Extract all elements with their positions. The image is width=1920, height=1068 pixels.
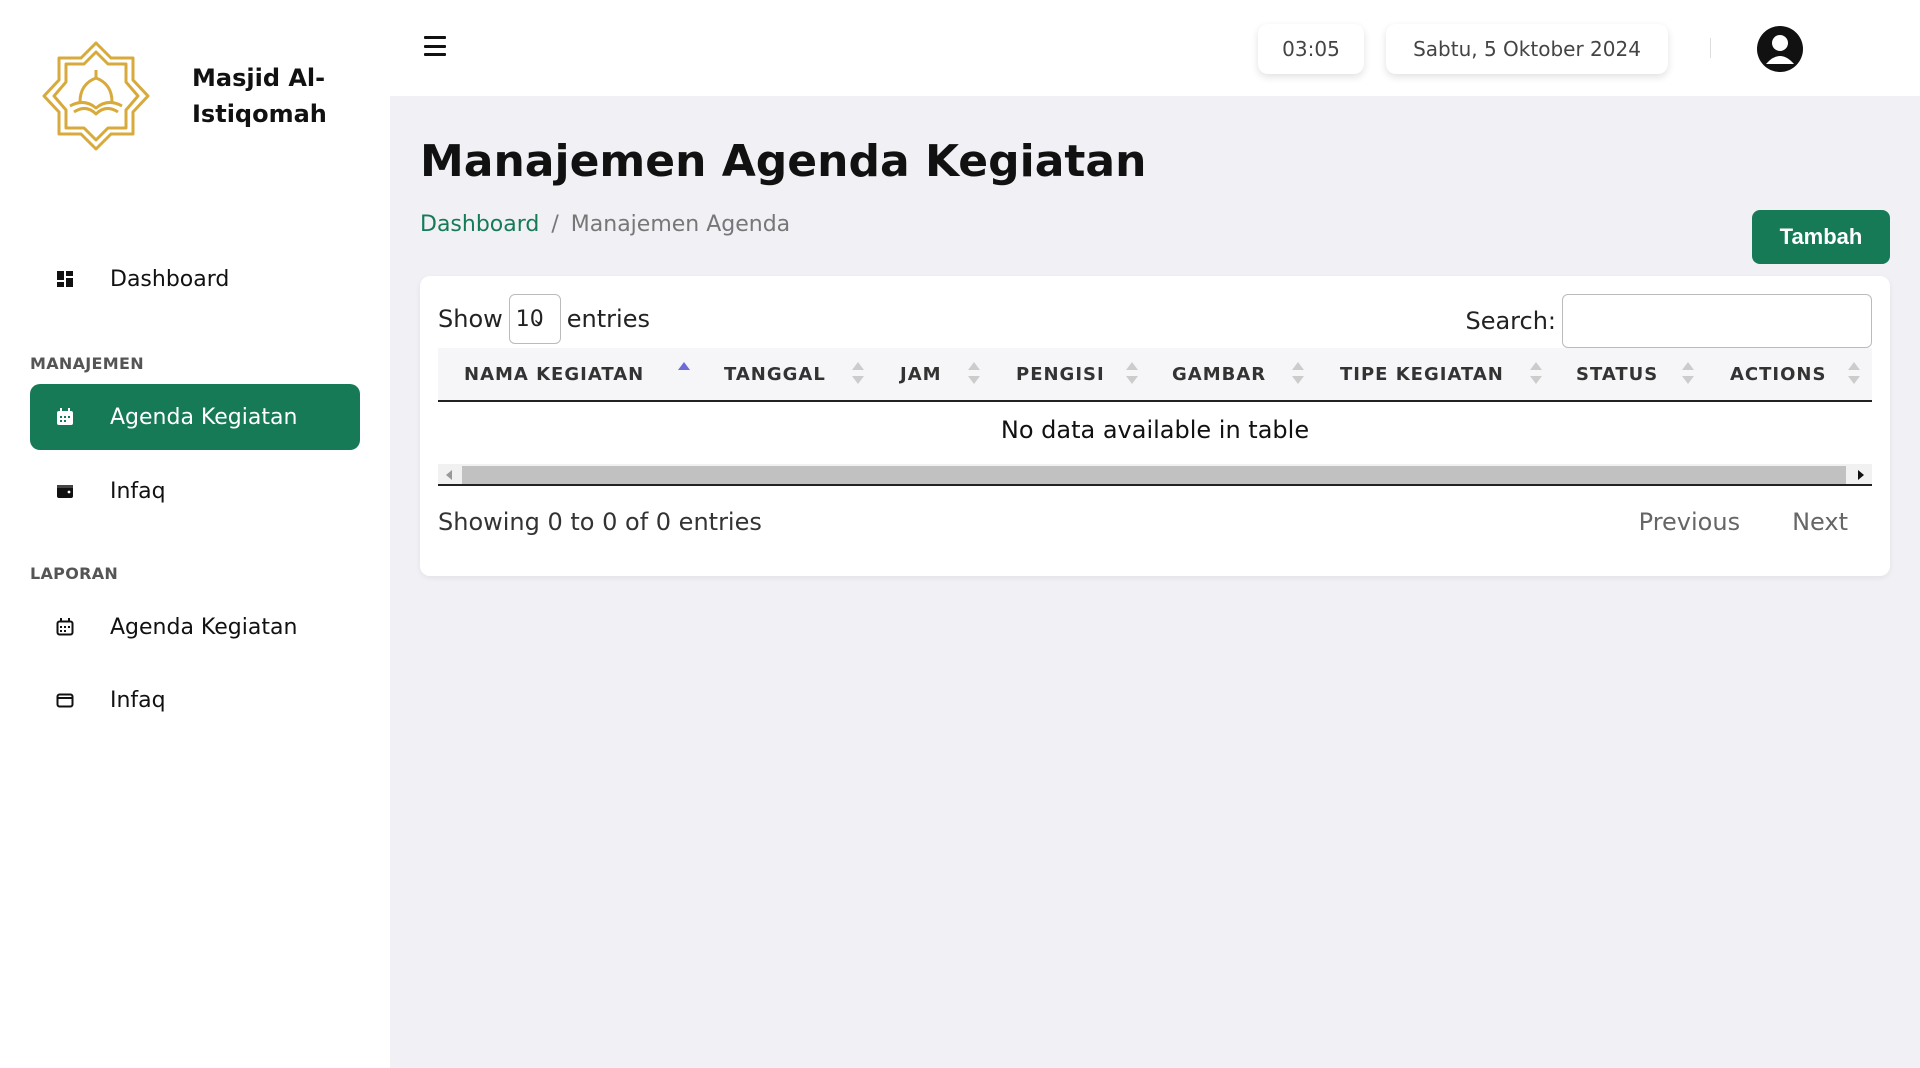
current-date: Sabtu, 5 Oktober 2024 [1386,24,1668,74]
scroll-left-icon[interactable] [446,470,452,480]
show-label: Show [438,305,503,333]
divider [1710,38,1711,58]
show-entries: Show 10 ⌄ entries [438,294,650,344]
user-circle-icon[interactable] [1757,26,1803,72]
sidebar-item-label: Agenda Kegiatan [110,614,298,640]
page-size-select[interactable]: 10 ⌄ [508,294,561,344]
entries-label: entries [566,305,650,333]
sort-icon [1292,362,1304,388]
column-header-actions[interactable]: ACTIONS [1730,348,1826,400]
wallet-icon [54,480,76,502]
scroll-right-icon[interactable] [1858,470,1864,480]
sort-asc-icon [678,362,690,388]
sidebar-item-label: Infaq [110,687,166,713]
sidebar-item-laporan-infaq[interactable]: Infaq [30,667,360,733]
calendar-icon [54,616,76,638]
pagination: Previous Next [1639,508,1848,536]
sort-icon [1126,362,1138,388]
column-header-nama-kegiatan[interactable]: NAMA KEGIATAN [464,348,644,400]
sort-icon [968,362,980,388]
breadcrumb-current: Manajemen Agenda [570,212,791,237]
sidebar-section-manajemen: MANAJEMEN [30,354,144,373]
topbar: 03:05 Sabtu, 5 Oktober 2024 [390,0,1920,96]
tambah-button[interactable]: Tambah [1752,210,1890,264]
horizontal-scrollbar[interactable] [438,464,1872,486]
clock-time: 03:05 [1258,24,1364,74]
column-header-tanggal[interactable]: TANGGAL [724,348,826,400]
sidebar-item-laporan-agenda-kegiatan[interactable]: Agenda Kegiatan [30,594,360,660]
sort-icon [852,362,864,388]
search-label: Search: [1465,307,1556,335]
scrollbar-thumb[interactable] [462,466,1846,484]
agenda-table-card: Show 10 ⌄ entries Search: NAMA KEGIATAN … [420,276,1890,576]
sort-icon [1682,362,1694,388]
sidebar-item-infaq[interactable]: Infaq [30,458,360,524]
page-title: Manajemen Agenda Kegiatan [420,136,1147,187]
hamburger-icon[interactable] [424,36,446,56]
calendar-icon [54,406,76,428]
next-button[interactable]: Next [1792,508,1848,536]
dashboard-grid-icon [54,268,76,290]
sidebar-item-agenda-kegiatan[interactable]: Agenda Kegiatan [30,384,360,450]
column-header-gambar[interactable]: GAMBAR [1172,348,1266,400]
table-header: NAMA KEGIATAN TANGGAL JAM PENGISI GAMBAR… [438,348,1872,402]
column-header-pengisi[interactable]: PENGISI [1016,348,1105,400]
search-input[interactable] [1562,294,1872,348]
column-header-tipe-kegiatan[interactable]: TIPE KEGIATAN [1340,348,1504,400]
previous-button[interactable]: Previous [1639,508,1740,536]
breadcrumb-home-link[interactable]: Dashboard [420,212,539,237]
table-info: Showing 0 to 0 of 0 entries [438,508,762,536]
sidebar-item-dashboard[interactable]: Dashboard [30,246,360,312]
sidebar: Masjid Al-Istiqomah Dashboard MANAJEMEN … [0,0,390,1068]
empty-table-message: No data available in table [1000,416,1310,444]
brand[interactable]: Masjid Al-Istiqomah [40,40,327,152]
mosque-logo-icon [42,41,150,151]
column-header-status[interactable]: STATUS [1576,348,1658,400]
wallet-outline-icon [54,689,76,711]
chevron-down-icon: ⌄ [531,309,546,328]
sidebar-item-label: Agenda Kegiatan [110,404,298,430]
sidebar-item-label: Infaq [110,478,166,504]
sidebar-section-laporan: LAPORAN [30,564,119,583]
sort-icon [1530,362,1542,388]
column-header-jam[interactable]: JAM [900,348,942,400]
search: Search: [1465,294,1872,348]
sort-icon [1848,362,1860,388]
sidebar-item-label: Dashboard [110,266,230,292]
breadcrumb: Dashboard / Manajemen Agenda [420,212,790,237]
brand-name: Masjid Al-Istiqomah [192,64,327,128]
breadcrumb-separator: / [551,212,559,237]
